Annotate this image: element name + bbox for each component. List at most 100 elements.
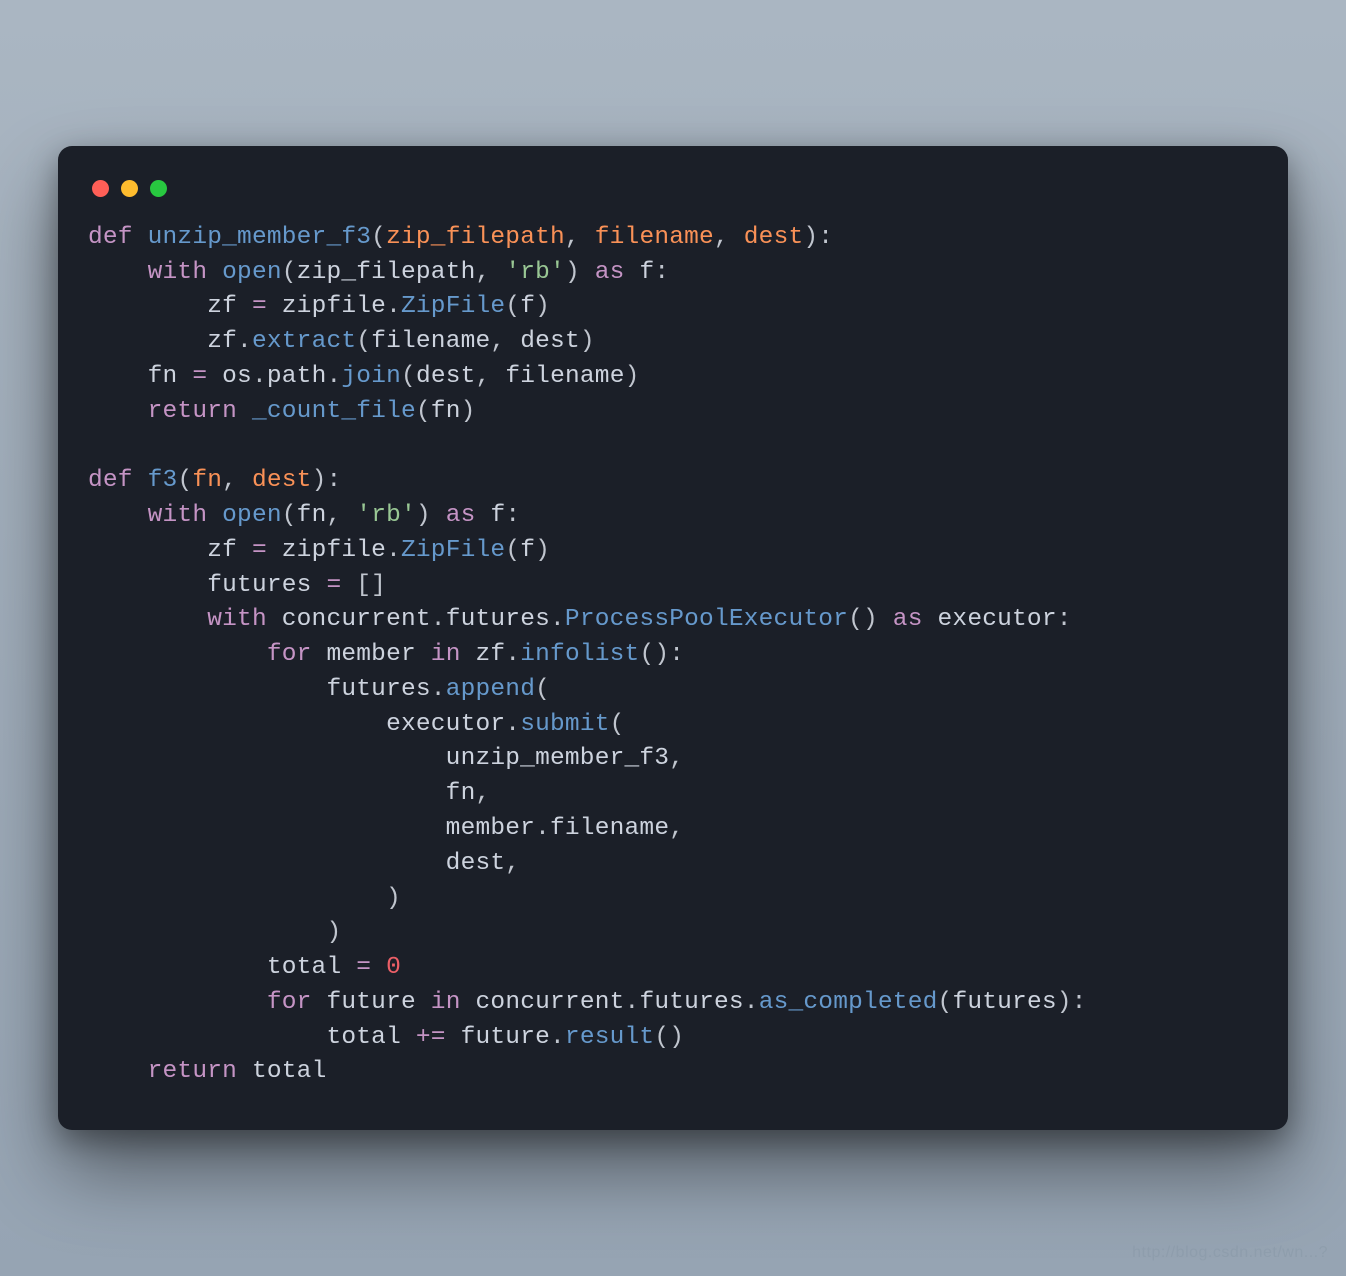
code-token: zip_filepath: [297, 259, 476, 286]
code-token: executor: [938, 606, 1057, 633]
code-token: ,: [475, 780, 490, 807]
code-token: (): [848, 606, 893, 633]
code-token: fn: [297, 502, 327, 529]
code-token: ): [416, 502, 446, 529]
code-token: member: [446, 815, 535, 842]
code-token: dest: [520, 328, 580, 355]
code-token: f3: [148, 467, 178, 494]
code-token: .: [386, 537, 401, 564]
code-token: [88, 815, 446, 842]
code-token: f: [520, 537, 535, 564]
code-token: f: [520, 293, 535, 320]
code-token: (: [282, 502, 297, 529]
code-token: zip_filepath: [386, 224, 565, 251]
code-token: total: [252, 1058, 327, 1085]
code-token: futures: [952, 989, 1056, 1016]
code-token: =: [252, 537, 282, 564]
zoom-icon[interactable]: [150, 180, 167, 197]
code-token: =: [326, 572, 356, 599]
code-token: future: [461, 1024, 550, 1051]
code-token: concurrent: [476, 989, 625, 1016]
code-token: [88, 398, 148, 425]
code-token: [88, 572, 207, 599]
code-token: extract: [252, 328, 356, 355]
close-icon[interactable]: [92, 180, 109, 197]
code-token: os: [222, 363, 252, 390]
code-token: executor: [386, 711, 505, 738]
code-token: .: [237, 328, 252, 355]
code-token: (: [282, 259, 297, 286]
code-token: .: [431, 676, 446, 703]
code-token: .: [327, 363, 342, 390]
code-token: [88, 1024, 326, 1051]
code-token: [88, 259, 148, 286]
code-token: ,: [490, 328, 520, 355]
code-token: ,: [476, 259, 506, 286]
code-token: ProcessPoolExecutor: [565, 606, 848, 633]
code-token: ZipFile: [401, 537, 505, 564]
code-token: fn: [446, 780, 476, 807]
code-token: 'rb': [356, 502, 416, 529]
code-token: filename: [595, 224, 714, 251]
code-token: infolist: [520, 641, 639, 668]
code-token: unzip_member_f3: [148, 224, 372, 251]
code-token: total: [326, 1024, 415, 1051]
code-token: future: [326, 989, 430, 1016]
code-token: fn: [431, 398, 461, 425]
code-token: (): [654, 1024, 684, 1051]
code-token: unzip_member_f3: [446, 745, 670, 772]
code-token: .: [252, 363, 267, 390]
code-token: ): [535, 293, 550, 320]
code-token: return: [148, 398, 252, 425]
code-token: concurrent: [282, 606, 431, 633]
code-token: ,: [714, 224, 744, 251]
code-token: [88, 954, 267, 981]
code-token: ): [625, 363, 640, 390]
code-token: +=: [416, 1024, 461, 1051]
code-token: dest: [416, 363, 476, 390]
code-token: (: [177, 467, 192, 494]
code-token: zipfile: [282, 537, 386, 564]
code-token: as_completed: [759, 989, 938, 1016]
code-token: as: [595, 259, 640, 286]
code-token: zipfile: [282, 293, 386, 320]
code-token: (: [371, 224, 386, 251]
code-token: [88, 502, 148, 529]
code-token: [88, 780, 446, 807]
code-token: .: [505, 711, 520, 738]
code-token: total: [267, 954, 356, 981]
code-token: =: [356, 954, 386, 981]
code-token: [88, 432, 103, 459]
code-token: (: [938, 989, 953, 1016]
code-token: [88, 641, 267, 668]
code-token: :: [505, 502, 520, 529]
code-token: in: [431, 989, 476, 1016]
code-token: return: [148, 1058, 252, 1085]
code-token: ,: [565, 224, 595, 251]
code-token: ): [580, 328, 595, 355]
minimize-icon[interactable]: [121, 180, 138, 197]
code-token: ,: [326, 502, 356, 529]
code-token: filename: [505, 363, 624, 390]
code-token: [88, 745, 446, 772]
code-token: futures: [639, 989, 743, 1016]
code-token: .: [386, 293, 401, 320]
code-token: zf: [207, 537, 252, 564]
code-token: def: [88, 467, 148, 494]
code-token: .: [431, 606, 446, 633]
code-window: def unzip_member_f3(zip_filepath, filena…: [58, 146, 1288, 1131]
code-token: dest: [744, 224, 804, 251]
code-token: .: [625, 989, 640, 1016]
code-token: ): [88, 919, 341, 946]
code-token: dest: [252, 467, 312, 494]
code-token: filename: [371, 328, 490, 355]
code-token: fn: [148, 363, 193, 390]
code-token: (: [535, 676, 550, 703]
code-token: open: [222, 259, 282, 286]
code-token: =: [252, 293, 282, 320]
code-token: ): [88, 885, 401, 912]
code-token: ,: [476, 363, 506, 390]
code-token: futures: [326, 676, 430, 703]
code-block: def unzip_member_f3(zip_filepath, filena…: [88, 221, 1258, 1091]
code-token: ): [535, 537, 550, 564]
